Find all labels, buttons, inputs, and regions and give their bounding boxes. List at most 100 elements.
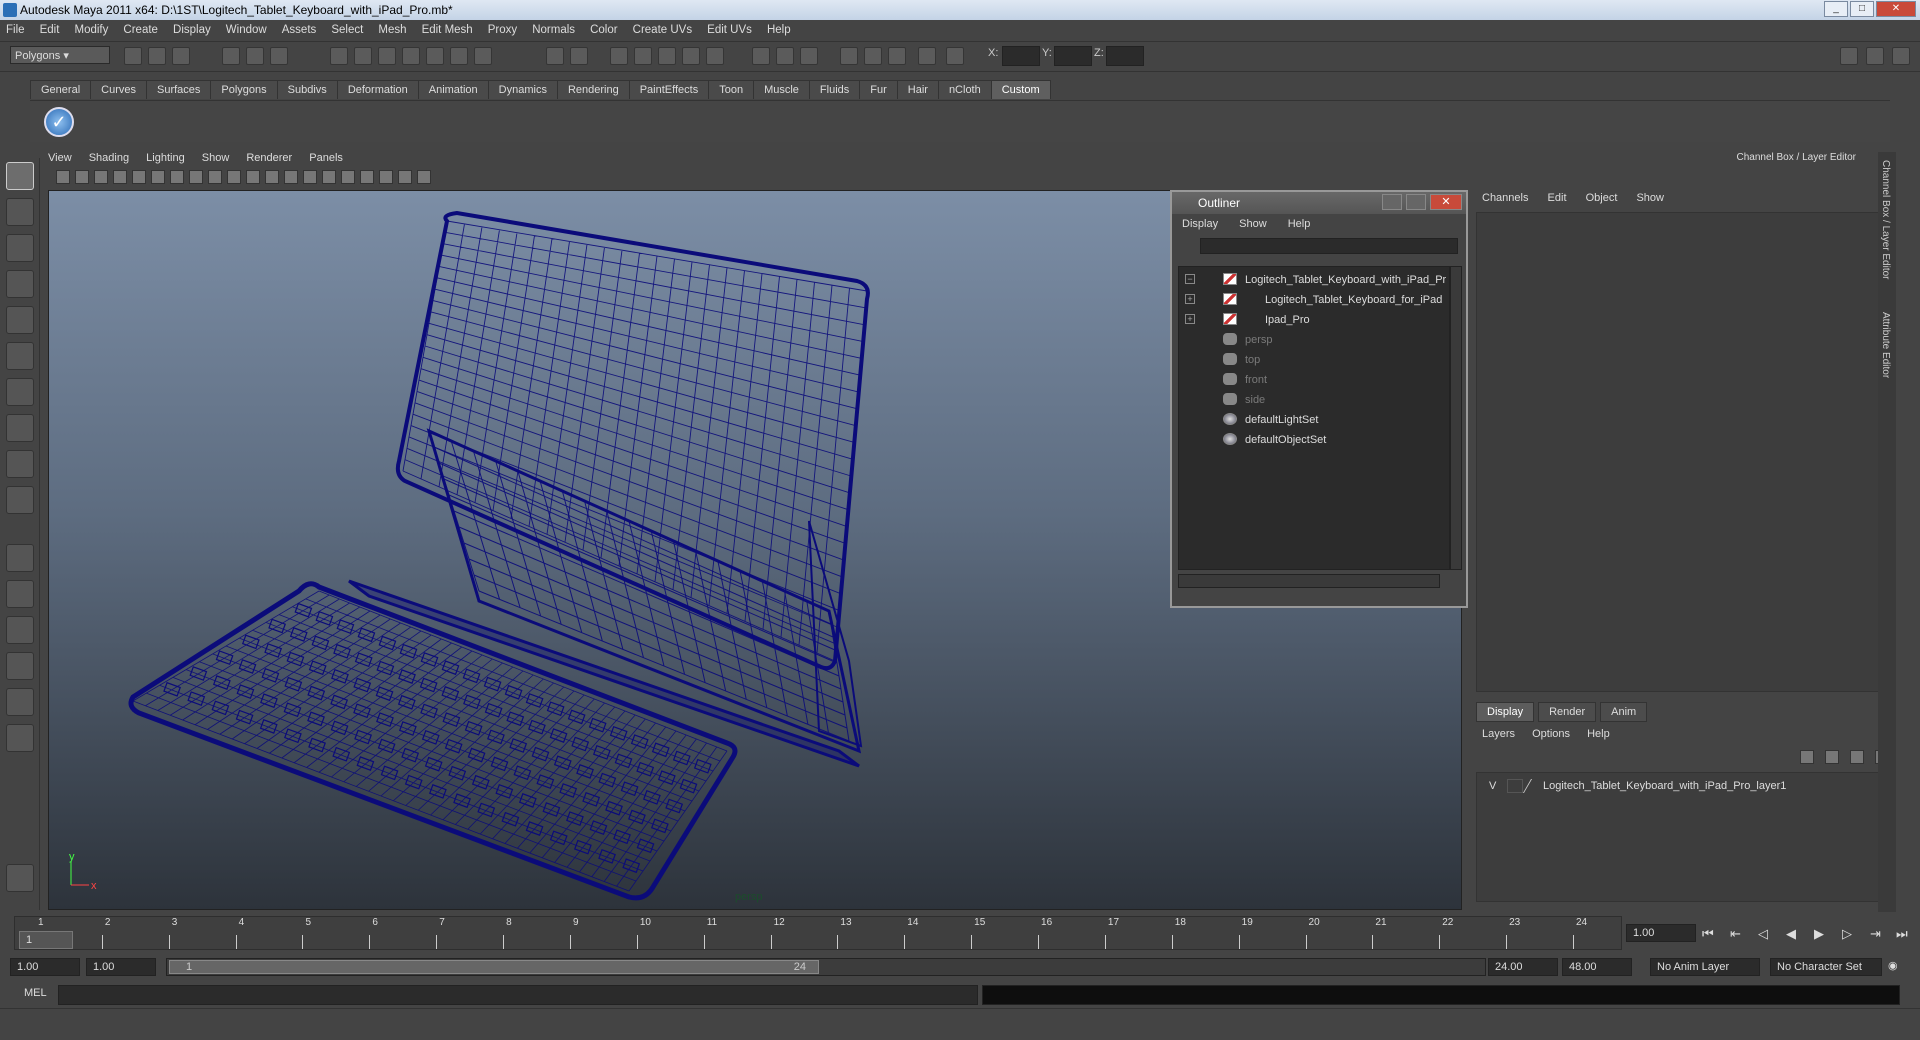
menu-assets[interactable]: Assets — [276, 20, 323, 36]
layer-color-swatch[interactable] — [1522, 779, 1546, 793]
history-icon[interactable] — [450, 47, 468, 65]
safe-title-icon[interactable] — [246, 170, 260, 184]
outliner-menu-show[interactable]: Show — [1239, 218, 1267, 230]
layer-menu-help[interactable]: Help — [1587, 728, 1610, 740]
outliner-maximize-button[interactable] — [1406, 194, 1426, 210]
channel-menu-edit[interactable]: Edit — [1548, 192, 1567, 204]
shelf-tab-fur[interactable]: Fur — [859, 80, 898, 99]
panel-menu-lighting[interactable]: Lighting — [146, 152, 185, 164]
film-gate-icon[interactable] — [151, 170, 165, 184]
graph-layout-icon[interactable] — [6, 724, 34, 752]
layer-tab-display[interactable]: Display — [1476, 702, 1535, 722]
range-thumb[interactable]: 1 24 — [169, 960, 819, 974]
wireframe-icon[interactable] — [265, 170, 279, 184]
shelf-tab-toon[interactable]: Toon — [708, 80, 755, 99]
shelf-tab-muscle[interactable]: Muscle — [753, 80, 810, 99]
shelf-tab-deformation[interactable]: Deformation — [336, 80, 419, 99]
soft-mod-tool-icon[interactable] — [6, 414, 34, 442]
maximize-button[interactable]: □ — [1850, 1, 1874, 17]
outliner-toggle-icon[interactable] — [776, 47, 794, 65]
menu-edit[interactable]: Edit — [34, 20, 66, 36]
outliner-item[interactable]: + Logitech_Tablet_Keyboard_for_iPad — [1179, 291, 1449, 309]
lasso-tool-icon[interactable] — [6, 198, 34, 226]
camera-attributes-icon[interactable] — [75, 170, 89, 184]
shelf-tab-fluids[interactable]: Fluids — [808, 80, 861, 99]
x-field[interactable] — [1002, 46, 1040, 66]
goto-start-icon[interactable]: ⏮ — [1702, 926, 1714, 942]
outliner-filter-field[interactable] — [1200, 238, 1458, 254]
move-layer-up-icon[interactable] — [1800, 750, 1814, 764]
step-back-frame-icon[interactable]: ◁ — [1758, 926, 1768, 942]
expand-toggle-icon[interactable]: − — [1185, 274, 1195, 284]
menu-mesh[interactable]: Mesh — [372, 20, 412, 36]
step-back-key-icon[interactable]: ⇤ — [1730, 926, 1741, 942]
render-view-icon[interactable] — [706, 47, 724, 65]
side-tab-channel-box[interactable]: Channel Box / Layer Editor — [1880, 160, 1891, 280]
shadows-icon[interactable] — [360, 170, 374, 184]
xray-joints-icon[interactable] — [417, 170, 431, 184]
minimize-button[interactable]: _ — [1824, 1, 1848, 17]
camera-select-icon[interactable] — [56, 170, 70, 184]
new-empty-layer-icon[interactable] — [1850, 750, 1864, 764]
rotate-tool-icon[interactable] — [6, 306, 34, 334]
command-input[interactable] — [58, 985, 978, 1005]
range-bar[interactable]: 1 24 — [166, 958, 1486, 976]
menu-display[interactable]: Display — [167, 20, 217, 36]
panel-menu-view[interactable]: View — [48, 152, 72, 164]
layer-tab-anim[interactable]: Anim — [1600, 702, 1648, 722]
xray-icon[interactable] — [398, 170, 412, 184]
textured-icon[interactable] — [303, 170, 317, 184]
shelf-tab-curves[interactable]: Curves — [90, 80, 147, 99]
input-ops-icon[interactable] — [546, 47, 564, 65]
outliner-minimize-button[interactable] — [1382, 194, 1402, 210]
paint-select-tool-icon[interactable] — [6, 234, 34, 262]
panel-menu-renderer[interactable]: Renderer — [246, 152, 292, 164]
select-object-icon[interactable] — [246, 47, 264, 65]
shelf-tab-animation[interactable]: Animation — [417, 80, 489, 99]
snap-grid-icon[interactable] — [330, 47, 348, 65]
attribute-icon[interactable] — [840, 47, 858, 65]
panel-menu-show[interactable]: Show — [202, 152, 230, 164]
side-tab-attribute-editor[interactable]: Attribute Editor — [1880, 312, 1891, 378]
default-light-icon[interactable] — [322, 170, 336, 184]
output-ops-icon[interactable] — [570, 47, 588, 65]
hypershade-layout-icon[interactable] — [6, 688, 34, 716]
snap-surface-icon[interactable] — [426, 47, 444, 65]
grid-toggle-icon[interactable] — [132, 170, 146, 184]
scale-tool-icon[interactable] — [6, 342, 34, 370]
snap-point-icon[interactable] — [378, 47, 396, 65]
select-tool-icon[interactable] — [6, 162, 34, 190]
persp-graph-layout-icon[interactable] — [6, 652, 34, 680]
playback-start-field[interactable]: 1.00 — [86, 958, 156, 976]
goto-end-icon[interactable]: ⏭ — [1896, 926, 1908, 942]
shelf-tab-general[interactable]: General — [30, 80, 92, 99]
anim-layer-dropdown[interactable]: No Anim Layer — [1650, 958, 1760, 976]
select-component-icon[interactable] — [270, 47, 288, 65]
save-scene-icon[interactable] — [172, 47, 190, 65]
layer-menu-options[interactable]: Options — [1532, 728, 1570, 740]
isolate-select-icon[interactable] — [379, 170, 393, 184]
layer-visibility-toggle[interactable]: V — [1489, 780, 1496, 792]
panel-menu-shading[interactable]: Shading — [89, 152, 129, 164]
menu-window[interactable]: Window — [220, 20, 273, 36]
outliner-vertical-scrollbar[interactable] — [1450, 266, 1462, 570]
current-time-marker[interactable]: 1 — [19, 931, 73, 949]
four-view-layout-icon[interactable] — [6, 580, 34, 608]
shelf-tab-rendering[interactable]: Rendering — [556, 80, 630, 99]
playback-end-field[interactable]: 24.00 — [1488, 958, 1558, 976]
z-field[interactable] — [1106, 46, 1144, 66]
menu-help[interactable]: Help — [761, 20, 797, 36]
move-tool-icon[interactable] — [6, 270, 34, 298]
character-set-dropdown[interactable]: No Character Set — [1770, 958, 1882, 976]
quick-layout-icon[interactable] — [6, 864, 34, 892]
outliner-item[interactable]: top — [1179, 351, 1449, 369]
end-time-field[interactable]: 48.00 — [1562, 958, 1632, 976]
render-globals-icon[interactable] — [658, 47, 676, 65]
shelf-tab-polygons[interactable]: Polygons — [210, 80, 278, 99]
ipr-render-icon[interactable] — [634, 47, 652, 65]
select-hierarchy-icon[interactable] — [222, 47, 240, 65]
persp-outliner-layout-icon[interactable] — [6, 616, 34, 644]
expand-toggle-icon[interactable]: + — [1185, 294, 1195, 304]
tool-layout-icon[interactable] — [1892, 47, 1910, 65]
gate-mask-icon[interactable] — [189, 170, 203, 184]
